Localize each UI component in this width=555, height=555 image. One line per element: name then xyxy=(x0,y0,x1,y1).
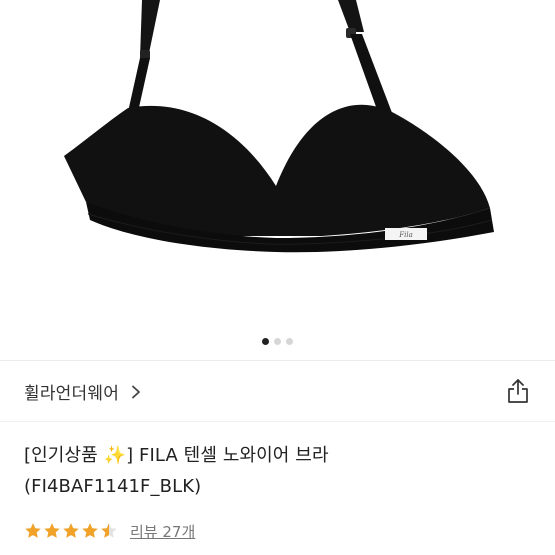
brand-link[interactable]: 휠라언더웨어 xyxy=(24,379,143,404)
brand-name: 휠라언더웨어 xyxy=(24,383,120,404)
star-icon xyxy=(63,523,79,538)
product-image[interactable]: Fila xyxy=(0,0,555,360)
share-button[interactable] xyxy=(505,377,531,405)
bra-image: Fila xyxy=(64,0,494,253)
brand-row: 휠라언더웨어 xyxy=(0,361,555,421)
chevron-right-icon xyxy=(129,384,143,399)
product-title-line1: [인기상품 ✨] FILA 텐셀 노와이어 브라 xyxy=(24,445,329,466)
carousel-dots xyxy=(0,338,555,345)
carousel-dot-1[interactable] xyxy=(262,338,269,345)
product-title: [인기상품 ✨] FILA 텐셀 노와이어 브라 (FI4BAF1141F_BL… xyxy=(24,440,534,502)
divider xyxy=(0,421,555,422)
fila-label-text: Fila xyxy=(398,231,413,239)
star-icon xyxy=(82,523,98,538)
product-title-line2: (FI4BAF1141F_BLK) xyxy=(24,476,202,497)
carousel-dot-2[interactable] xyxy=(274,338,281,345)
star-rating xyxy=(24,522,118,540)
star-icon xyxy=(25,523,41,538)
star-icon xyxy=(44,523,60,538)
share-icon xyxy=(508,379,528,403)
rating-row: 리뷰 27개 xyxy=(24,519,195,543)
carousel-dot-3[interactable] xyxy=(286,338,293,345)
star-icon xyxy=(101,523,117,538)
review-count-link[interactable]: 리뷰 27개 xyxy=(130,521,195,542)
